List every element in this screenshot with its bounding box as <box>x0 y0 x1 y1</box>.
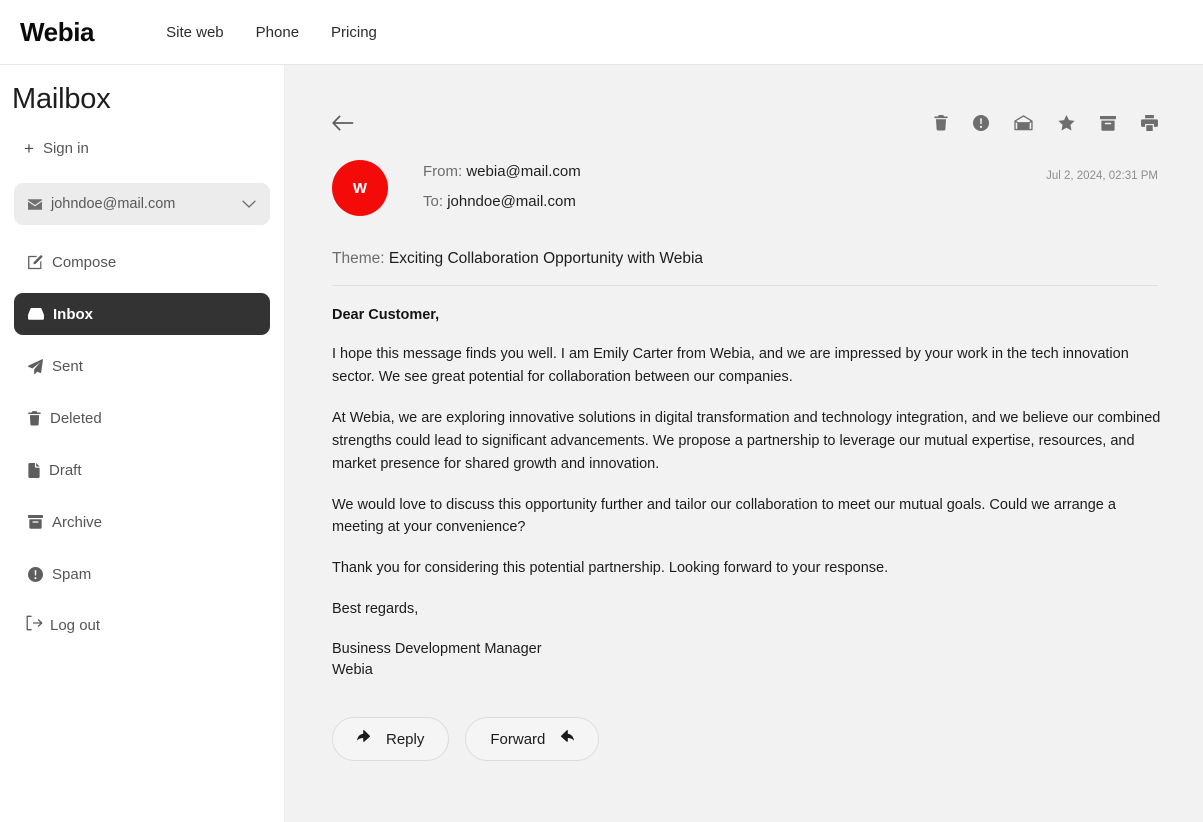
signature-role: Business Development Manager <box>332 641 542 658</box>
email-subject: Theme: Exciting Collaboration Opportunit… <box>332 250 1158 268</box>
to-label: To: <box>423 193 444 210</box>
exclamation-circle-icon <box>28 566 43 582</box>
mark-unread-button[interactable] <box>1014 115 1033 131</box>
report-spam-button[interactable] <box>973 115 989 131</box>
top-nav-links: Site web Phone Pricing <box>166 25 377 40</box>
sidebar-item-deleted[interactable]: Deleted <box>14 397 270 439</box>
sidebar-item-sign-in[interactable]: + Sign in <box>24 140 270 157</box>
sidebar-item-spam[interactable]: Spam <box>14 553 270 595</box>
back-button[interactable] <box>332 114 354 132</box>
theme-label: Theme: <box>332 250 385 267</box>
page-title: Mailbox <box>12 83 111 115</box>
signature-company: Webia <box>332 662 373 679</box>
sidebar-item-label: Compose <box>52 253 117 271</box>
mailbox-app: Webia Site web Phone Pricing Mailbox + S… <box>0 0 1203 822</box>
email-paragraph: We would love to discuss this opportunit… <box>332 496 1116 536</box>
nav-link-pricing[interactable]: Pricing <box>331 25 377 40</box>
forward-arrow-icon <box>558 730 575 748</box>
email-paragraph: At Webia, we are exploring innovative so… <box>332 409 1161 472</box>
app-body: Mailbox + Sign in johndoe@mail.com Compo… <box>0 65 1203 822</box>
sidebar-item-label: Archive <box>52 513 103 531</box>
email-toolbar <box>332 111 1158 135</box>
star-button[interactable] <box>1058 115 1075 131</box>
from-label: From: <box>423 163 463 180</box>
logout-icon <box>26 615 43 635</box>
sidebar-item-label: Draft <box>49 461 82 479</box>
account-selector[interactable]: johndoe@mail.com <box>14 183 270 225</box>
top-navigation-bar: Webia Site web Phone Pricing <box>0 0 1203 65</box>
nav-link-site-web[interactable]: Site web <box>166 25 224 40</box>
trash-icon <box>28 410 41 426</box>
theme-value: Exciting Collaboration Opportunity with … <box>388 250 704 267</box>
email-paragraph: I hope this message finds you well. I am… <box>332 346 1129 385</box>
email-sender-block: W From: webia@mail.com To: johndoe@mail.… <box>332 160 1158 223</box>
chevron-down-icon[interactable] <box>242 200 256 209</box>
email-timestamp: Jul 2, 2024, 02:31 PM <box>1046 170 1158 182</box>
email-addresses: From: webia@mail.com To: johndoe@mail.co… <box>423 160 581 223</box>
log-out-label: Log out <box>50 616 101 634</box>
email-from-line: From: webia@mail.com <box>423 163 581 180</box>
email-greeting: Dear Customer, <box>332 307 440 323</box>
brand-logo: Webia <box>20 16 95 47</box>
file-icon <box>28 462 40 478</box>
email-paragraph: Thank you for considering this potential… <box>332 560 889 577</box>
sidebar-item-draft[interactable]: Draft <box>14 449 270 491</box>
sidebar-item-log-out[interactable]: Log out <box>14 605 270 645</box>
forward-button[interactable]: Forward <box>465 717 600 762</box>
email-to-line: To: johndoe@mail.com <box>423 193 581 210</box>
email-action-buttons: Reply Forward <box>332 717 1162 762</box>
avatar: W <box>332 160 388 216</box>
delete-button[interactable] <box>934 115 948 131</box>
to-address: johndoe@mail.com <box>447 193 576 210</box>
reply-label: Reply <box>386 730 425 748</box>
reply-button[interactable]: Reply <box>332 717 450 762</box>
email-action-icons <box>934 115 1158 131</box>
inbox-icon <box>28 308 44 320</box>
compose-icon <box>28 254 43 270</box>
sidebar-nav-list: Compose Inbox Sent Deleted Draft Archive… <box>14 241 270 645</box>
from-address: webia@mail.com <box>466 163 581 180</box>
plus-icon: + <box>24 139 34 158</box>
email-body: Dear Customer, I hope this message finds… <box>332 307 1162 762</box>
email-reading-pane: W From: webia@mail.com To: johndoe@mail.… <box>285 65 1203 822</box>
sign-in-label: Sign in <box>42 140 89 157</box>
account-email: johndoe@mail.com <box>51 196 176 212</box>
sidebar: Mailbox + Sign in johndoe@mail.com Compo… <box>0 65 285 822</box>
sidebar-item-sent[interactable]: Sent <box>14 345 270 387</box>
reply-arrow-icon <box>357 730 373 748</box>
archive-button[interactable] <box>1100 115 1116 131</box>
sidebar-item-label: Spam <box>52 565 92 583</box>
subject-divider <box>332 285 1158 286</box>
sidebar-item-archive[interactable]: Archive <box>14 501 270 543</box>
sidebar-item-compose[interactable]: Compose <box>14 241 270 283</box>
paper-plane-icon <box>28 358 43 374</box>
sidebar-item-label: Inbox <box>53 305 93 323</box>
archive-icon <box>28 515 43 529</box>
sidebar-item-inbox[interactable]: Inbox <box>14 293 270 335</box>
sidebar-item-label: Deleted <box>50 409 102 427</box>
email-closing: Best regards, <box>332 601 419 618</box>
envelope-icon <box>28 198 42 210</box>
nav-link-phone[interactable]: Phone <box>256 25 299 40</box>
print-button[interactable] <box>1141 115 1158 131</box>
sidebar-item-label: Sent <box>52 357 83 375</box>
forward-label: Forward <box>490 730 546 748</box>
